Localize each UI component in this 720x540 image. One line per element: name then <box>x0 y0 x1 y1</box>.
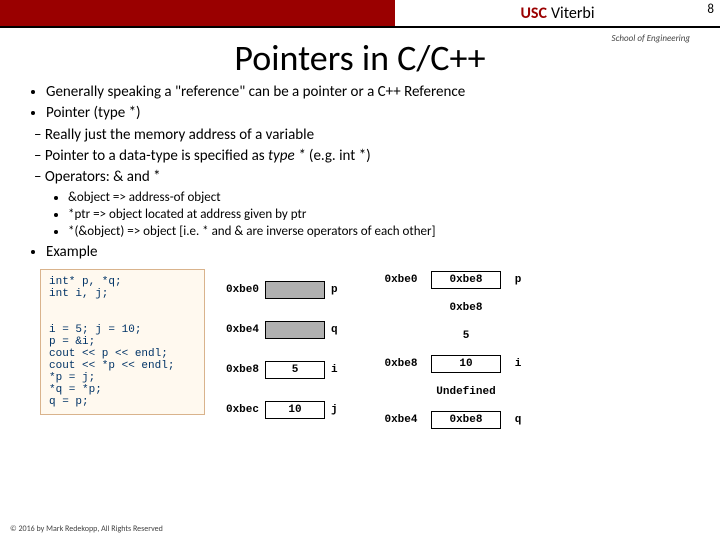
page-number: 8 <box>707 2 714 17</box>
mem-cell <box>265 321 325 339</box>
subbullet-1: Really just the memory address of a vari… <box>52 126 696 144</box>
brand-school: School of Engineering <box>612 33 690 44</box>
subsub-1: &object => address-of object <box>68 190 696 205</box>
var-label: q <box>331 324 349 336</box>
mem-cell <box>265 281 325 299</box>
mem-cell: 5 <box>265 361 325 379</box>
mem-cell: 10 <box>431 355 501 373</box>
mem-cell: 0xbe8 <box>431 411 501 429</box>
subbullet-2a: Pointer to a data-type is specified as <box>45 147 268 165</box>
addr: 0xbec <box>215 404 259 416</box>
addr: 0xbe8 <box>215 364 259 376</box>
var-label: i <box>331 364 349 376</box>
var-label: i <box>509 358 527 370</box>
brand-usc: USC <box>520 4 546 23</box>
memory-table-left: 0xbe0 p 0xbe4 q 0xbe8 5 i 0xbec 10 j <box>215 271 349 429</box>
header-bar: USC Viterbi <box>0 0 720 28</box>
bullet-2: Pointer (type *) <box>46 104 696 122</box>
mem-cell: 0xbe8 <box>431 299 501 317</box>
mem-cell: 0xbe8 <box>431 271 501 289</box>
addr: 0xbe8 <box>379 358 423 370</box>
brand-viterbi: Viterbi <box>551 4 595 23</box>
code-box: int* p, *q; int i, j; i = 5; j = 10; p =… <box>40 269 205 415</box>
diagrams: 0xbe0 p 0xbe4 q 0xbe8 5 i 0xbec 10 j 0xb… <box>215 269 690 429</box>
footer-copyright: © 2016 by Mark Redekopp, All Rights Rese… <box>10 524 163 534</box>
example-row: int* p, *q; int i, j; i = 5; j = 10; p =… <box>34 269 696 429</box>
addr: 0xbe4 <box>215 324 259 336</box>
bullet-example: Example <box>46 243 696 261</box>
subbullet-2c: (e.g. int *) <box>306 147 371 165</box>
brand-logo: USC Viterbi <box>395 0 720 26</box>
addr: 0xbe4 <box>379 414 423 426</box>
memory-table-right: 0xbe0 0xbe8 p 0xbe8 5 0xbe8 10 i Undefin… <box>379 271 527 429</box>
header-redblock <box>0 0 395 26</box>
bullet-1: Generally speaking a "reference" can be … <box>46 83 696 101</box>
subsub-3: *(&object) => object [i.e. * and & are i… <box>68 224 696 239</box>
addr: 0xbe0 <box>379 274 423 286</box>
subbullet-2b: type * <box>268 147 305 165</box>
mem-cell: Undefined <box>431 383 501 401</box>
mem-cell: 10 <box>265 401 325 419</box>
content: Generally speaking a "reference" can be … <box>0 83 720 429</box>
var-label: p <box>331 284 349 296</box>
mem-cell: 5 <box>431 327 501 345</box>
subbullet-2: Pointer to a data-type is specified as t… <box>52 147 696 165</box>
addr: 0xbe0 <box>215 284 259 296</box>
subsub-2: *ptr => object located at address given … <box>68 207 696 222</box>
var-label: q <box>509 414 527 426</box>
subbullet-3: Operators: & and * <box>52 168 696 186</box>
var-label: j <box>331 404 349 416</box>
var-label: p <box>509 274 527 286</box>
